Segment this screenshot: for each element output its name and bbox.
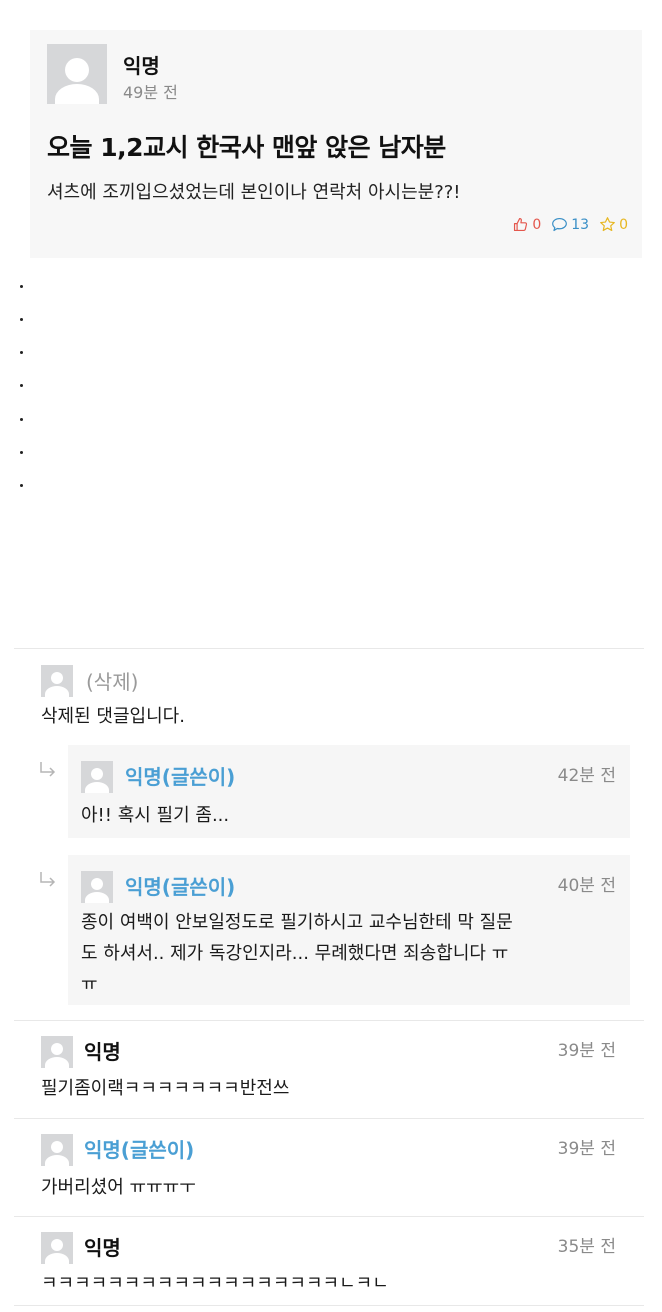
comment-author: 익명(글쓴이) (125, 765, 236, 789)
like-button[interactable]: 0 (512, 216, 541, 233)
comment-time: 42분 전 (557, 766, 616, 786)
comment-time: 39분 전 (557, 1041, 616, 1061)
dot-separator (20, 384, 23, 387)
comment-text: ㅋㅋㅋㅋㅋㅋㅋㅋㅋㅋㅋㅋㅋㅋㅋㅋㅋㅋㄴㅋㄴ (41, 1273, 389, 1294)
post-stats: 0 13 0 (512, 216, 628, 233)
divider (14, 1216, 644, 1217)
comment-author: (삭제) (86, 670, 139, 694)
comment-time: 35분 전 (557, 1237, 616, 1257)
comment-time: 39분 전 (557, 1139, 616, 1159)
comment-text: 삭제된 댓글입니다. (41, 706, 185, 727)
post-content: 셔츠에 조끼입으셨었는데 본인이나 연락처 아시는분??! (47, 182, 461, 203)
comment-author: 익명 (84, 1040, 121, 1064)
dot-separator (20, 351, 23, 354)
scrap-count: 0 (619, 216, 628, 233)
divider (14, 1305, 644, 1306)
divider (14, 1118, 644, 1119)
comment-text: 아!! 혹시 필기 좀... (81, 805, 230, 826)
comment-count-button[interactable]: 13 (551, 216, 589, 233)
speech-bubble-icon (552, 217, 568, 232)
post-card[interactable]: 익명 49분 전 오늘 1,2교시 한국사 맨앞 앉은 남자분 셔츠에 조끼입으… (30, 30, 642, 258)
dot-separator (20, 285, 23, 288)
comment-text: 가버리셨어 ㅠㅠㅠㅜ (41, 1177, 196, 1198)
post-time: 49분 전 (123, 83, 178, 102)
reply-item[interactable]: 익명(글쓴이) 42분 전 아!! 혹시 필기 좀... (68, 745, 630, 838)
dot-separator (20, 418, 23, 421)
post-author: 익명 (123, 54, 160, 78)
divider (14, 648, 644, 649)
dot-separator (20, 318, 23, 321)
dot-separator (20, 484, 23, 487)
comment-author: 익명(글쓴이) (125, 875, 236, 899)
commenter-avatar-icon (41, 665, 73, 697)
like-count: 0 (532, 216, 542, 233)
commenter-avatar-icon (81, 761, 113, 793)
comment-text-line: 종이 여백이 안보일정도로 필기하시고 교수님한테 막 질문 (81, 912, 513, 933)
commenter-avatar-icon (41, 1134, 73, 1166)
commenter-avatar-icon (41, 1036, 73, 1068)
commenter-avatar-icon (81, 871, 113, 903)
star-icon (600, 217, 615, 232)
reply-arrow-icon (40, 872, 56, 887)
reply-arrow-icon (40, 762, 56, 777)
author-avatar-icon (47, 44, 107, 104)
comment-time: 40분 전 (557, 876, 616, 896)
comment-count: 13 (571, 216, 590, 233)
dot-separator (20, 451, 23, 454)
comment-author: 익명(글쓴이) (84, 1138, 195, 1162)
divider (14, 1020, 644, 1021)
comment-text-line: 도 하셔서.. 제가 독강인지라... 무례했다면 죄송합니다 ㅠ (81, 943, 509, 964)
thumbs-up-icon (514, 217, 528, 232)
commenter-avatar-icon (41, 1232, 73, 1264)
reply-item[interactable]: 익명(글쓴이) 40분 전 종이 여백이 안보일정도로 필기하시고 교수님한테 … (68, 855, 630, 1005)
scrap-button[interactable]: 0 (599, 216, 628, 233)
comment-text-line: ㅠ (81, 974, 98, 995)
post-title: 오늘 1,2교시 한국사 맨앞 앉은 남자분 (47, 133, 446, 162)
comment-text: 필기좀이랙ㅋㅋㅋㅋㅋㅋㅋ반전쓰 (41, 1078, 290, 1099)
comment-author: 익명 (84, 1236, 121, 1260)
